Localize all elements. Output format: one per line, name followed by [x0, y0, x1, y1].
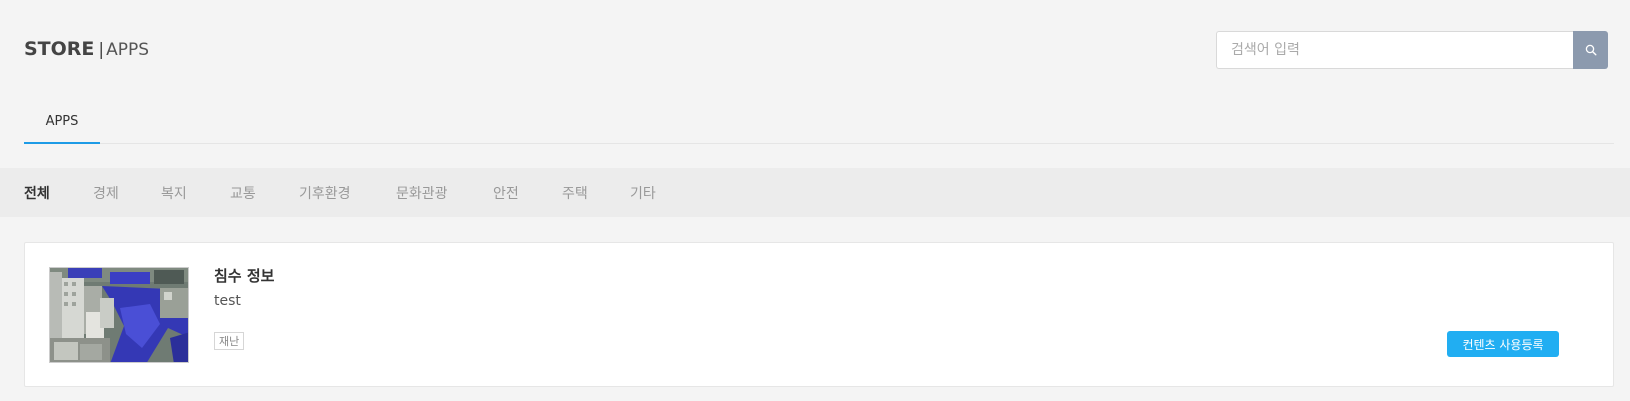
brand-separator: | [98, 40, 105, 60]
category-all[interactable]: 전체 [24, 168, 50, 217]
brand-apps: APPS [106, 40, 150, 60]
app-thumbnail [49, 267, 189, 363]
tab-bar: APPS [24, 104, 1614, 144]
search-icon [1585, 44, 1597, 56]
category-culture-tourism[interactable]: 문화관광 [396, 168, 448, 217]
search-box [1216, 31, 1608, 69]
brand-store: STORE [24, 38, 95, 60]
category-etc[interactable]: 기타 [630, 168, 656, 217]
app-description: test [214, 293, 241, 309]
tab-apps[interactable]: APPS [24, 104, 100, 144]
app-card[interactable]: 침수 정보 test 재난 컨텐츠 사용등록 [24, 242, 1614, 387]
category-traffic[interactable]: 교통 [230, 168, 256, 217]
content-register-button[interactable]: 컨텐츠 사용등록 [1447, 331, 1559, 357]
category-bar: 전체 경제 복지 교통 기후환경 문화관광 안전 주택 기타 [0, 168, 1630, 217]
category-climate[interactable]: 기후환경 [299, 168, 351, 217]
category-housing[interactable]: 주택 [562, 168, 588, 217]
category-economy[interactable]: 경제 [93, 168, 119, 217]
search-button[interactable] [1573, 31, 1608, 69]
category-safety[interactable]: 안전 [493, 168, 519, 217]
app-title[interactable]: 침수 정보 [214, 265, 274, 286]
search-input[interactable] [1216, 31, 1573, 69]
category-welfare[interactable]: 복지 [161, 168, 187, 217]
app-tag: 재난 [214, 332, 245, 350]
page-title: STORE | APPS [24, 38, 149, 60]
header: STORE | APPS [0, 0, 1630, 100]
